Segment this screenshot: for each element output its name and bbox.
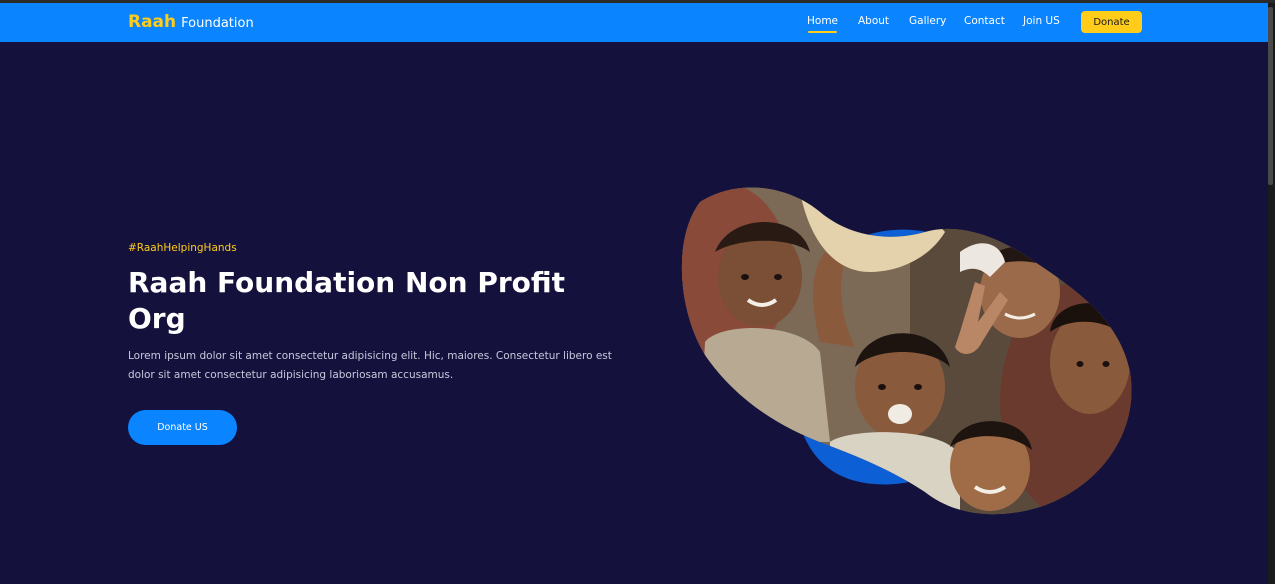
navbar: Raah Foundation Home About Gallery Conta… [0, 3, 1268, 42]
hero-hashtag: #RaahHelpingHands [128, 242, 237, 254]
hero-headline: Raah Foundation Non Profit Org [128, 266, 566, 335]
nav-link-about[interactable]: About [858, 15, 889, 27]
nav-link-home[interactable]: Home [807, 15, 838, 33]
nav-link-contact[interactable]: Contact [964, 15, 1005, 27]
donate-us-button[interactable]: Donate US [128, 410, 237, 445]
scrollbar-thumb[interactable] [1268, 7, 1273, 185]
nav-link-gallery[interactable]: Gallery [909, 15, 946, 27]
nav-links: Home About Gallery Contact Join US [0, 15, 1268, 35]
donate-button[interactable]: Donate [1081, 11, 1142, 33]
hero-description: Lorem ipsum dolor sit amet consectetur a… [128, 350, 612, 381]
hero-section: #RaahHelpingHands Raah Foundation Non Pr… [0, 42, 1268, 584]
nav-link-join-us[interactable]: Join US [1023, 15, 1060, 27]
hero-image [681, 187, 1132, 515]
page-scrollbar[interactable] [1268, 3, 1275, 584]
